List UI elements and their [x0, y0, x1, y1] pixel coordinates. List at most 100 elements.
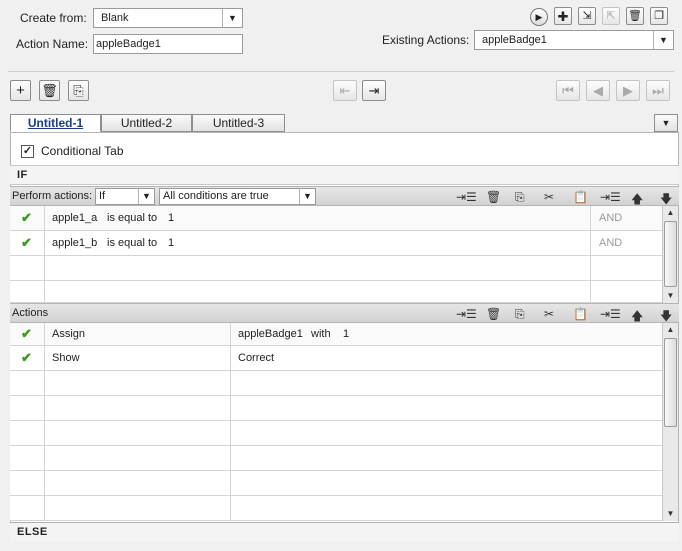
duplicate-icon: ❐: [654, 9, 664, 22]
import-icon: ⇲: [582, 9, 592, 22]
preview-play-icon[interactable]: ▶: [530, 8, 548, 26]
condition-operator: is equal to: [107, 212, 158, 224]
insert-after-icon[interactable]: ⇥☰: [600, 307, 621, 321]
delete-action-button[interactable]: 🗑: [626, 7, 644, 25]
scroll-down-icon[interactable]: ▼: [663, 289, 678, 303]
chevron-down-icon: ▼: [299, 189, 315, 204]
condition-variable: apple1_a: [52, 212, 98, 224]
conditions-scrollbar[interactable]: ▲ ▼: [662, 206, 678, 303]
export-icon: ⇱: [606, 9, 616, 22]
condition-variable: apple1_b: [52, 237, 98, 249]
last-tab-button[interactable]: ⏭: [646, 80, 670, 101]
check-icon: ✔: [21, 326, 32, 341]
existing-actions-value: appleBadge1: [482, 34, 547, 46]
last-icon: ⏭: [652, 83, 664, 98]
delete-row-icon[interactable]: 🗑: [486, 190, 501, 204]
trash-icon: 🗑: [41, 83, 58, 98]
action-name-label: Action Name:: [16, 37, 89, 51]
action-name-input[interactable]: appleBadge1: [93, 34, 243, 54]
perform-actions-label: Perform actions:: [12, 190, 93, 202]
if-section-header: IF: [10, 165, 679, 185]
cut-row-icon[interactable]: ✂: [544, 190, 554, 204]
tab-untitled-2[interactable]: Untitled-2: [101, 114, 192, 132]
add-action-button[interactable]: ✚: [554, 7, 572, 25]
conditional-tab-checkbox[interactable]: ✓: [21, 145, 34, 158]
existing-actions-select[interactable]: appleBadge1 ▼: [474, 30, 674, 50]
table-row[interactable]: ✔ apple1_a is equal to 1 AND: [10, 206, 662, 231]
previous-icon: ◀: [593, 83, 603, 98]
export-tab-button[interactable]: ⇥: [362, 80, 386, 101]
add-tab-button[interactable]: +: [10, 80, 31, 101]
check-icon: ✔: [21, 235, 32, 250]
perform-value: If: [99, 190, 106, 202]
actions-toolbar: Actions ⇥☰ 🗑 ⎘ ✂ 📋 ⇥☰ 🡅 🡇: [10, 303, 679, 323]
scroll-up-icon[interactable]: ▲: [663, 323, 678, 337]
table-row[interactable]: [10, 471, 662, 496]
else-section-header[interactable]: ELSE: [10, 522, 679, 541]
chevron-down-icon: ▼: [661, 118, 671, 128]
action-value: 1: [343, 328, 350, 340]
table-row[interactable]: [10, 281, 662, 303]
tab-untitled-1[interactable]: Untitled-1: [10, 114, 101, 132]
actions-scrollbar[interactable]: ▲ ▼: [662, 323, 678, 521]
else-label: ELSE: [17, 526, 48, 538]
scroll-up-icon[interactable]: ▲: [663, 206, 678, 220]
first-tab-button[interactable]: ⏮: [556, 80, 580, 101]
action-target: Correct: [238, 352, 275, 364]
conditions-grid: ✔ apple1_a is equal to 1 AND ✔ apple1_b …: [10, 206, 662, 303]
table-row[interactable]: ✔ Assign appleBadge1 with 1: [10, 323, 662, 346]
condition-value: 1: [168, 212, 175, 224]
delete-tab-button[interactable]: 🗑: [39, 80, 60, 101]
create-from-select[interactable]: Blank ▼: [93, 8, 243, 28]
table-row[interactable]: [10, 446, 662, 471]
copy-tab-button[interactable]: ⎘: [68, 80, 89, 101]
table-row[interactable]: [10, 421, 662, 446]
scroll-thumb[interactable]: [664, 221, 677, 287]
action-target: appleBadge1: [238, 328, 303, 340]
condition-value: 1: [168, 237, 175, 249]
trash-icon: 🗑: [628, 9, 642, 22]
table-row[interactable]: [10, 256, 662, 281]
existing-actions-label: Existing Actions:: [382, 33, 470, 47]
action-name: Assign: [52, 328, 86, 340]
insert-after-icon[interactable]: ⇥☰: [600, 190, 621, 204]
table-row[interactable]: ✔ Show Correct: [10, 346, 662, 371]
condition-operator: is equal to: [107, 237, 158, 249]
import-action-button[interactable]: ⇲: [578, 7, 596, 25]
condition-mode-select[interactable]: All conditions are true ▼: [159, 188, 316, 205]
insert-row-icon[interactable]: ⇥☰: [456, 307, 477, 321]
check-icon: ✔: [21, 350, 32, 365]
plus-icon: +: [16, 82, 25, 99]
previous-tab-button[interactable]: ◀: [586, 80, 610, 101]
insert-row-icon[interactable]: ⇥☰: [456, 190, 477, 204]
scroll-thumb[interactable]: [664, 338, 677, 427]
cut-row-icon[interactable]: ✂: [544, 307, 554, 321]
duplicate-action-button[interactable]: ❐: [650, 7, 668, 25]
tab-untitled-3[interactable]: Untitled-3: [192, 114, 285, 132]
condition-join: AND: [599, 237, 623, 249]
next-icon: ▶: [623, 83, 633, 98]
copy-row-icon[interactable]: ⎘: [515, 190, 525, 205]
delete-row-icon[interactable]: 🗑: [486, 307, 501, 321]
paste-row-icon[interactable]: 📋: [573, 190, 588, 204]
tab-list-dropdown[interactable]: ▼: [654, 114, 678, 132]
export-action-button[interactable]: ⇱: [602, 7, 620, 25]
condition-mode-value: All conditions are true: [163, 190, 269, 202]
conditions-toolbar: Perform actions: If ▼ All conditions are…: [10, 186, 679, 206]
paste-row-icon[interactable]: 📋: [573, 307, 588, 321]
chevron-down-icon: ▼: [138, 189, 154, 204]
table-row[interactable]: ✔ apple1_b is equal to 1 AND: [10, 231, 662, 256]
perform-select[interactable]: If ▼: [95, 188, 155, 205]
table-row[interactable]: [10, 396, 662, 421]
create-from-value: Blank: [101, 12, 129, 24]
table-row[interactable]: [10, 371, 662, 396]
next-tab-button[interactable]: ▶: [616, 80, 640, 101]
actions-label: Actions: [12, 307, 49, 319]
conditional-tab-label: Conditional Tab: [41, 144, 124, 158]
create-from-label: Create from:: [20, 11, 87, 25]
import-tab-button[interactable]: ⇤: [333, 80, 357, 101]
table-row[interactable]: [10, 496, 662, 521]
scroll-down-icon[interactable]: ▼: [663, 507, 678, 521]
action-name: Show: [52, 352, 80, 364]
copy-row-icon[interactable]: ⎘: [515, 307, 525, 322]
